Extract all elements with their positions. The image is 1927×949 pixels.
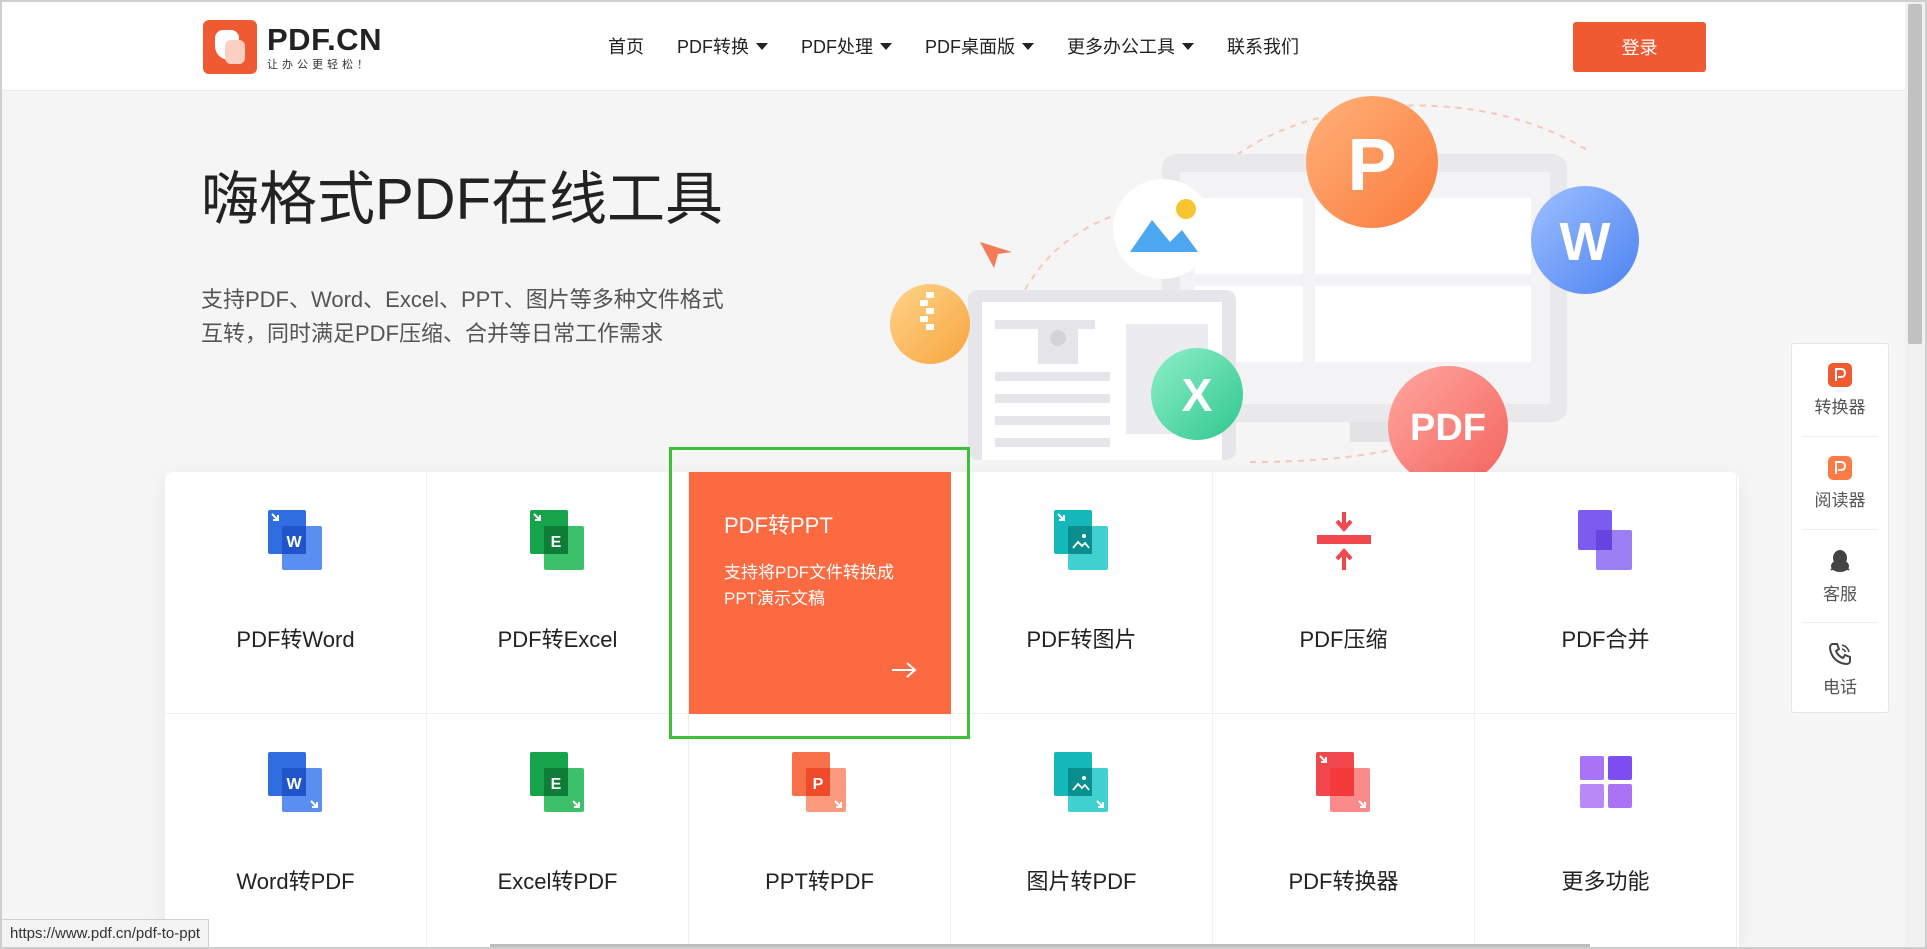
tool-label: Excel转PDF [497, 869, 618, 894]
site-logo[interactable]: PDF.CN 让办公更轻松！ [203, 20, 382, 74]
grid-icon [1579, 756, 1632, 808]
tool-label: PDF转Word [236, 627, 355, 652]
horizontal-scroll-indicator [490, 944, 1590, 948]
tool-pdf-to-word[interactable]: W PDF转Word [165, 472, 427, 714]
tool-image-to-pdf[interactable]: 图片转PDF [951, 714, 1213, 949]
logo-subtitle: 让办公更轻松！ [267, 58, 372, 71]
nav-pdf-desktop[interactable]: PDF桌面版 [925, 33, 1034, 59]
tool-pdf-converter[interactable]: PDF转换器 [1213, 714, 1475, 949]
tool-label: PDF转图片 [1026, 627, 1137, 652]
login-button[interactable]: 登录 [1573, 22, 1706, 72]
hero-title: 嗨格式PDF在线工具 [201, 167, 724, 232]
tool-excel-to-pdf[interactable]: E Excel转PDF [427, 714, 689, 949]
badge-w: W [1560, 212, 1611, 272]
phone-icon [1828, 642, 1851, 665]
merge-icon [1577, 510, 1632, 570]
tool-more-features[interactable]: 更多功能 [1475, 714, 1737, 949]
status-bar-url: https://www.pdf.cn/pdf-to-ppt [2, 919, 210, 949]
svg-text:E: E [550, 776, 561, 793]
badge-pdf: PDF [1410, 407, 1486, 449]
tool-label: PDF压缩 [1299, 627, 1388, 652]
nav-pdf-process[interactable]: PDF处理 [801, 33, 892, 59]
tool-label: 更多功能 [1561, 869, 1650, 894]
arrow-right-icon [892, 662, 917, 678]
compress-icon [1316, 512, 1371, 570]
converter-icon [1315, 752, 1370, 812]
image-doc-icon [1053, 510, 1108, 570]
side-customer-service[interactable]: 客服 [1802, 530, 1878, 623]
hero-description: 支持PDF、Word、Excel、PPT、图片等多种文件格式 互转，同时满足PD… [201, 287, 724, 346]
featured-title: PDF转PPT [724, 513, 833, 538]
tool-label: PDF转Excel [497, 627, 618, 652]
caret-down-icon [1182, 42, 1194, 50]
svg-text:P: P [812, 776, 823, 793]
side-reader[interactable]: 阅读器 [1802, 437, 1878, 530]
svg-text:E: E [550, 534, 561, 551]
converter-app-icon [1828, 362, 1852, 387]
nav-pdf-convert[interactable]: PDF转换 [677, 33, 768, 59]
tool-label: Word转PDF [236, 869, 355, 894]
site-header: PDF.CN 让办公更轻松！ 首页 PDF转换 PDF处理 PDF桌面版 更多办… [2, 2, 1905, 91]
main-nav: 首页 PDF转换 PDF处理 PDF桌面版 更多办公工具 联系我们 [608, 2, 1332, 90]
logo-title: PDF.CN [267, 21, 382, 57]
caret-down-icon [1022, 42, 1034, 50]
word-doc-icon: W [267, 752, 322, 812]
badge-p: P [1347, 123, 1396, 206]
ppt-doc-icon: P [791, 752, 846, 812]
tool-word-to-pdf[interactable]: W Word转PDF [165, 714, 427, 949]
tool-pdf-to-image[interactable]: PDF转图片 [951, 472, 1213, 714]
nav-more-tools[interactable]: 更多办公工具 [1067, 33, 1194, 59]
tool-grid: W PDF转Word E PDF转Excel PDF转PPT 支持将PDF文件转… [165, 472, 1739, 949]
tool-pdf-to-excel[interactable]: E PDF转Excel [427, 472, 689, 714]
pdfcn-logo-icon [203, 20, 257, 74]
tool-label: PDF转换器 [1288, 869, 1399, 894]
reader-app-icon [1828, 455, 1852, 480]
caret-down-icon [756, 42, 768, 50]
tool-label: 图片转PDF [1026, 869, 1137, 894]
scrollbar-thumb[interactable] [1908, 4, 1922, 344]
featured-description: 支持将PDF文件转换成 PPT演示文稿 [724, 563, 894, 608]
excel-doc-icon: E [529, 752, 584, 812]
nav-home[interactable]: 首页 [608, 33, 644, 59]
caret-down-icon [880, 42, 892, 50]
floating-side-toolbar: 转换器 阅读器 客服 电话 [1791, 343, 1889, 713]
nav-contact[interactable]: 联系我们 [1227, 33, 1299, 59]
hero-illustration: P W X PDF [890, 96, 1639, 472]
svg-text:W: W [286, 776, 302, 793]
tool-ppt-to-pdf[interactable]: P PPT转PDF [689, 714, 951, 949]
excel-doc-icon: E [529, 510, 584, 570]
word-doc-icon: W [267, 510, 322, 570]
badge-x: X [1182, 369, 1213, 421]
tool-pdf-compress[interactable]: PDF压缩 [1213, 472, 1475, 714]
image-doc-icon [1053, 752, 1108, 812]
svg-text:W: W [286, 534, 302, 551]
tool-pdf-to-ppt-featured[interactable]: PDF转PPT 支持将PDF文件转换成 PPT演示文稿 [689, 472, 951, 714]
side-phone[interactable]: 电话 [1802, 623, 1878, 715]
tool-pdf-merge[interactable]: PDF合并 [1475, 472, 1737, 714]
qq-icon [1830, 549, 1850, 572]
side-converter[interactable]: 转换器 [1802, 344, 1878, 437]
tool-label: PPT转PDF [765, 869, 874, 894]
tool-label: PDF合并 [1561, 627, 1650, 652]
